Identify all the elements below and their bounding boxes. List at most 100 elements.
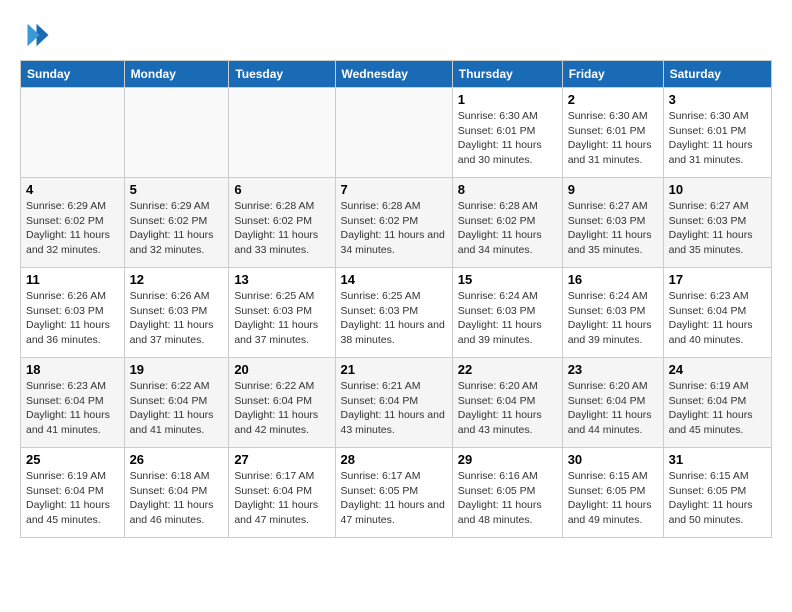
day-number: 3	[669, 92, 766, 107]
calendar-cell: 1 Sunrise: 6:30 AM Sunset: 6:01 PM Daylig…	[452, 88, 562, 178]
day-info: Sunrise: 6:17 AM Sunset: 6:04 PM Dayligh…	[234, 469, 329, 528]
calendar-cell: 20Sunrise: 6:22 AM Sunset: 6:04 PM Dayli…	[229, 358, 335, 448]
calendar-cell: 18 Sunrise: 6:23 AM Sunset: 6:04 PM Dayli…	[21, 358, 125, 448]
calendar-cell: 17 Sunrise: 6:23 AM Sunset: 6:04 PM Dayli…	[663, 268, 771, 358]
calendar-cell	[21, 88, 125, 178]
calendar-cell: 3Sunrise: 6:30 AM Sunset: 6:01 PM Daylig…	[663, 88, 771, 178]
day-number: 17	[669, 272, 766, 287]
calendar-cell: 7Sunrise: 6:28 AM Sunset: 6:02 PM Daylig…	[335, 178, 452, 268]
day-info: Sunrise: 6:17 AM Sunset: 6:05 PM Dayligh…	[341, 469, 447, 528]
page-header	[20, 20, 772, 50]
day-number: 1	[458, 92, 557, 107]
day-info: Sunrise: 6:18 AM Sunset: 6:04 PM Dayligh…	[130, 469, 224, 528]
col-header-friday: Friday	[562, 61, 663, 88]
day-info: Sunrise: 6:28 AM Sunset: 6:02 PM Dayligh…	[341, 199, 447, 258]
calendar-cell: 4 Sunrise: 6:29 AM Sunset: 6:02 PM Daylig…	[21, 178, 125, 268]
day-info: Sunrise: 6:28 AM Sunset: 6:02 PM Dayligh…	[458, 199, 557, 258]
calendar-week-row: 25Sunrise: 6:19 AM Sunset: 6:04 PM Dayli…	[21, 448, 772, 538]
calendar-cell: 26 Sunrise: 6:18 AM Sunset: 6:04 PM Dayli…	[124, 448, 229, 538]
day-info: Sunrise: 6:15 AM Sunset: 6:05 PM Dayligh…	[669, 469, 766, 528]
day-info: Sunrise: 6:28 AM Sunset: 6:02 PM Dayligh…	[234, 199, 329, 258]
calendar-week-row: 11 Sunrise: 6:26 AM Sunset: 6:03 PM Dayli…	[21, 268, 772, 358]
calendar-cell: 28 Sunrise: 6:17 AM Sunset: 6:05 PM Dayli…	[335, 448, 452, 538]
day-number: 23	[568, 362, 658, 377]
day-number: 9	[568, 182, 658, 197]
day-number: 24	[669, 362, 766, 377]
day-info: Sunrise: 6:24 AM Sunset: 6:03 PM Dayligh…	[458, 289, 557, 348]
col-header-monday: Monday	[124, 61, 229, 88]
day-number: 15	[458, 272, 557, 287]
day-number: 13	[234, 272, 329, 287]
day-info: Sunrise: 6:24 AM Sunset: 6:03 PM Dayligh…	[568, 289, 658, 348]
day-info: Sunrise: 6:15 AM Sunset: 6:05 PM Dayligh…	[568, 469, 658, 528]
day-number: 26	[130, 452, 224, 467]
day-info: Sunrise: 6:16 AM Sunset: 6:05 PM Dayligh…	[458, 469, 557, 528]
day-number: 16	[568, 272, 658, 287]
day-info: Sunrise: 6:26 AM Sunset: 6:03 PM Dayligh…	[26, 289, 119, 348]
day-number: 20	[234, 362, 329, 377]
calendar-cell: 21 Sunrise: 6:21 AM Sunset: 6:04 PM Dayli…	[335, 358, 452, 448]
calendar-week-row: 1 Sunrise: 6:30 AM Sunset: 6:01 PM Daylig…	[21, 88, 772, 178]
day-info: Sunrise: 6:29 AM Sunset: 6:02 PM Dayligh…	[26, 199, 119, 258]
calendar-cell: 10 Sunrise: 6:27 AM Sunset: 6:03 PM Dayli…	[663, 178, 771, 268]
day-info: Sunrise: 6:25 AM Sunset: 6:03 PM Dayligh…	[234, 289, 329, 348]
calendar-cell: 31 Sunrise: 6:15 AM Sunset: 6:05 PM Dayli…	[663, 448, 771, 538]
day-number: 8	[458, 182, 557, 197]
day-info: Sunrise: 6:20 AM Sunset: 6:04 PM Dayligh…	[458, 379, 557, 438]
day-info: Sunrise: 6:20 AM Sunset: 6:04 PM Dayligh…	[568, 379, 658, 438]
calendar-cell: 23 Sunrise: 6:20 AM Sunset: 6:04 PM Dayli…	[562, 358, 663, 448]
calendar-cell	[335, 88, 452, 178]
calendar-cell: 12Sunrise: 6:26 AM Sunset: 6:03 PM Dayli…	[124, 268, 229, 358]
calendar-cell: 22 Sunrise: 6:20 AM Sunset: 6:04 PM Dayli…	[452, 358, 562, 448]
calendar-cell: 2Sunrise: 6:30 AM Sunset: 6:01 PM Daylig…	[562, 88, 663, 178]
calendar-cell: 5Sunrise: 6:29 AM Sunset: 6:02 PM Daylig…	[124, 178, 229, 268]
calendar-cell: 13 Sunrise: 6:25 AM Sunset: 6:03 PM Dayli…	[229, 268, 335, 358]
day-number: 19	[130, 362, 224, 377]
day-info: Sunrise: 6:30 AM Sunset: 6:01 PM Dayligh…	[568, 109, 658, 168]
day-number: 31	[669, 452, 766, 467]
day-info: Sunrise: 6:19 AM Sunset: 6:04 PM Dayligh…	[669, 379, 766, 438]
calendar-cell: 6 Sunrise: 6:28 AM Sunset: 6:02 PM Daylig…	[229, 178, 335, 268]
day-info: Sunrise: 6:27 AM Sunset: 6:03 PM Dayligh…	[669, 199, 766, 258]
calendar-table: SundayMondayTuesdayWednesdayThursdayFrid…	[20, 60, 772, 538]
day-number: 29	[458, 452, 557, 467]
logo-icon	[20, 20, 50, 50]
day-number: 22	[458, 362, 557, 377]
calendar-header-row: SundayMondayTuesdayWednesdayThursdayFrid…	[21, 61, 772, 88]
day-info: Sunrise: 6:25 AM Sunset: 6:03 PM Dayligh…	[341, 289, 447, 348]
day-number: 18	[26, 362, 119, 377]
day-number: 14	[341, 272, 447, 287]
calendar-cell: 30 Sunrise: 6:15 AM Sunset: 6:05 PM Dayli…	[562, 448, 663, 538]
calendar-cell: 8 Sunrise: 6:28 AM Sunset: 6:02 PM Daylig…	[452, 178, 562, 268]
calendar-cell: 29 Sunrise: 6:16 AM Sunset: 6:05 PM Dayli…	[452, 448, 562, 538]
col-header-thursday: Thursday	[452, 61, 562, 88]
day-number: 6	[234, 182, 329, 197]
calendar-week-row: 4 Sunrise: 6:29 AM Sunset: 6:02 PM Daylig…	[21, 178, 772, 268]
day-number: 21	[341, 362, 447, 377]
day-number: 27	[234, 452, 329, 467]
col-header-tuesday: Tuesday	[229, 61, 335, 88]
day-number: 28	[341, 452, 447, 467]
day-info: Sunrise: 6:22 AM Sunset: 6:04 PM Dayligh…	[130, 379, 224, 438]
col-header-saturday: Saturday	[663, 61, 771, 88]
day-info: Sunrise: 6:27 AM Sunset: 6:03 PM Dayligh…	[568, 199, 658, 258]
day-number: 5	[130, 182, 224, 197]
calendar-cell	[124, 88, 229, 178]
day-info: Sunrise: 6:23 AM Sunset: 6:04 PM Dayligh…	[669, 289, 766, 348]
day-number: 25	[26, 452, 119, 467]
day-number: 30	[568, 452, 658, 467]
day-number: 12	[130, 272, 224, 287]
day-info: Sunrise: 6:23 AM Sunset: 6:04 PM Dayligh…	[26, 379, 119, 438]
calendar-cell: 27 Sunrise: 6:17 AM Sunset: 6:04 PM Dayli…	[229, 448, 335, 538]
day-number: 10	[669, 182, 766, 197]
day-info: Sunrise: 6:30 AM Sunset: 6:01 PM Dayligh…	[458, 109, 557, 168]
day-number: 4	[26, 182, 119, 197]
day-number: 11	[26, 272, 119, 287]
day-info: Sunrise: 6:21 AM Sunset: 6:04 PM Dayligh…	[341, 379, 447, 438]
calendar-cell: 16 Sunrise: 6:24 AM Sunset: 6:03 PM Dayli…	[562, 268, 663, 358]
calendar-cell: 11 Sunrise: 6:26 AM Sunset: 6:03 PM Dayli…	[21, 268, 125, 358]
logo	[20, 20, 54, 50]
calendar-cell: 24 Sunrise: 6:19 AM Sunset: 6:04 PM Dayli…	[663, 358, 771, 448]
col-header-wednesday: Wednesday	[335, 61, 452, 88]
calendar-cell: 14 Sunrise: 6:25 AM Sunset: 6:03 PM Dayli…	[335, 268, 452, 358]
